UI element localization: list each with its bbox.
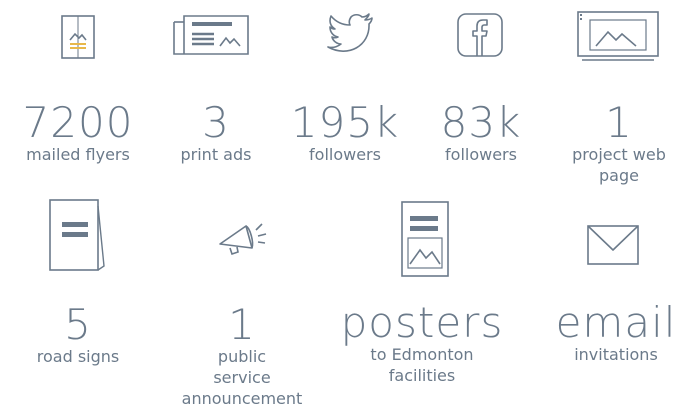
stat-facebook-followers: 83k followers: [426, 102, 536, 165]
stat-mailed-flyers: 7200 mailed flyers: [0, 102, 156, 165]
newspaper-icon: [170, 10, 254, 60]
stat-email-invitations: email invitations: [548, 302, 684, 365]
road-sign-icon: [44, 196, 110, 276]
stat-label-line1: to Edmonton: [370, 345, 474, 364]
envelope-icon: [584, 222, 644, 268]
stat-number: 1: [605, 98, 633, 147]
stat-number: 83k: [440, 98, 522, 147]
stat-number: 5: [64, 300, 92, 349]
stat-number: 3: [202, 98, 230, 147]
stat-posters: posters to Edmonton facilities: [338, 302, 506, 386]
stat-label-line2: page: [599, 166, 639, 185]
megaphone-icon: [216, 218, 280, 258]
stat-label: followers: [445, 145, 517, 164]
flyer-icon: [58, 12, 98, 62]
stat-label: followers: [309, 145, 381, 164]
stat-label-line1: public: [217, 347, 267, 366]
stat-twitter-followers: 195k followers: [290, 102, 400, 165]
stat-label-line2: facilities: [388, 366, 456, 385]
stat-number: 7200: [22, 98, 134, 147]
facebook-icon: [454, 10, 506, 60]
twitter-icon: [326, 12, 376, 52]
stat-label: print ads: [180, 145, 252, 164]
stat-road-signs: 5 road signs: [20, 304, 136, 367]
stat-project-web-page: 1 project web page: [556, 102, 682, 186]
web-page-icon: [574, 8, 664, 64]
stat-label: invitations: [574, 345, 658, 364]
stat-number: posters: [340, 298, 504, 347]
stat-number: 1: [228, 300, 256, 349]
poster-icon: [398, 198, 458, 280]
stat-number: 195k: [290, 98, 400, 147]
stat-label: mailed flyers: [26, 145, 130, 164]
stat-label: road signs: [36, 347, 120, 366]
stat-print-ads: 3 print ads: [166, 102, 266, 165]
stat-label-line1: project web: [572, 145, 666, 164]
stat-number: email: [555, 298, 677, 347]
stat-label-line2: service: [213, 368, 271, 387]
stat-public-service-announcement: 1 public service announcement: [172, 304, 312, 409]
